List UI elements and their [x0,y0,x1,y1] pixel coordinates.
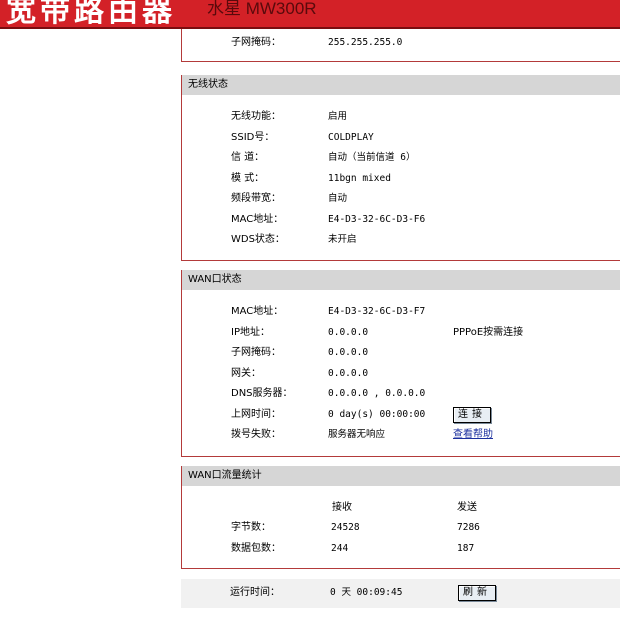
lan-status-panel: 子网掩码： 255.255.255.0 [181,29,620,62]
wireless-field-label: 频段带宽： [231,193,281,204]
wan-field-value: 0.0.0.0 , 0.0.0.0 [328,388,426,399]
wan-field-label: 拨号失败： [231,429,281,440]
traffic-send-value: 187 [457,542,475,554]
wireless-field-label: 信 道： [231,152,265,163]
wireless-field-value: COLDPLAY [328,131,374,143]
wan-field-label: 网关： [231,367,261,379]
wan-field-label: 上网时间： [231,408,281,420]
page-title: 宽带路由器 [6,0,176,29]
wan-field-value: 0 day(s) 00:00:00 [328,408,426,420]
wireless-field-label: WDS状态： [231,234,285,245]
wan-field-value: 0.0.0.0 [328,347,369,358]
wan-traffic-header: WAN口流量统计 [182,466,620,486]
lan-subnet-value: 255.255.255.0 [328,37,403,48]
wireless-field-label: MAC地址： [231,213,284,225]
wan-traffic-panel: WAN口流量统计 接收 发送 字节数： 24528 7286 数据包数： 244 187 [181,466,620,569]
uptime-value: 0 天 00:09:45 [330,587,403,598]
header-banner: 宽带路由器 水星 MW300R [0,0,620,29]
traffic-send-value: 7286 [457,522,480,533]
traffic-recv-value: 24528 [331,522,360,533]
router-model: 水星 MW300R [207,0,317,18]
traffic-recv-value: 244 [331,542,349,554]
wan-field-label: DNS服务器： [231,388,293,399]
wireless-field-label: 模 式： [231,172,265,184]
wan-field-value: 0.0.0.0 [328,326,369,338]
recv-column-header: 接收 [332,502,352,513]
wireless-field-label: 无线功能： [231,111,281,122]
wireless-field-value: 启用 [328,111,348,122]
uptime-panel: 运行时间： 0 天 00:09:45 刷新 [181,579,620,608]
wan-field-extra: PPPoE按需连接 [453,326,524,338]
wan-field-value: E4-D3-32-6C-D3-F7 [328,306,426,317]
connect-button[interactable]: 连接 [453,407,491,423]
wireless-field-value: 未开启 [328,234,357,245]
traffic-label: 字节数： [231,522,271,533]
wireless-field-label: SSID号： [231,131,275,143]
wireless-field-value: 11bgn mixed [328,172,391,184]
refresh-button[interactable]: 刷新 [458,585,496,601]
wan-status-panel: WAN口状态 MAC地址： E4-D3-32-6C-D3-F7 IP地址： 0.0.0… [181,270,620,457]
send-column-header: 发送 [457,502,477,513]
wan-status-header: WAN口状态 [182,270,620,290]
lan-subnet-label: 子网掩码： [231,37,281,48]
view-help-link[interactable]: 查看帮助 [453,428,493,442]
uptime-label: 运行时间： [230,587,280,598]
wireless-field-value: 自动（当前信道 6） [328,152,416,163]
wan-field-label: IP地址： [231,326,270,338]
wan-field-value: 0.0.0.0 [328,367,369,379]
wireless-field-value: 自动 [328,193,348,204]
wan-field-label: 子网掩码： [231,347,281,358]
wan-field-label: MAC地址： [231,306,284,317]
wireless-status-header: 无线状态 [182,75,620,95]
traffic-label: 数据包数： [231,542,281,554]
wireless-status-panel: 无线状态 无线功能： 启用 SSID号： COLDPLAY 信 道： 自动（当前信道 6）… [181,75,620,261]
wireless-field-value: E4-D3-32-6C-D3-F6 [328,213,426,225]
wan-field-value: 服务器无响应 [328,429,386,440]
